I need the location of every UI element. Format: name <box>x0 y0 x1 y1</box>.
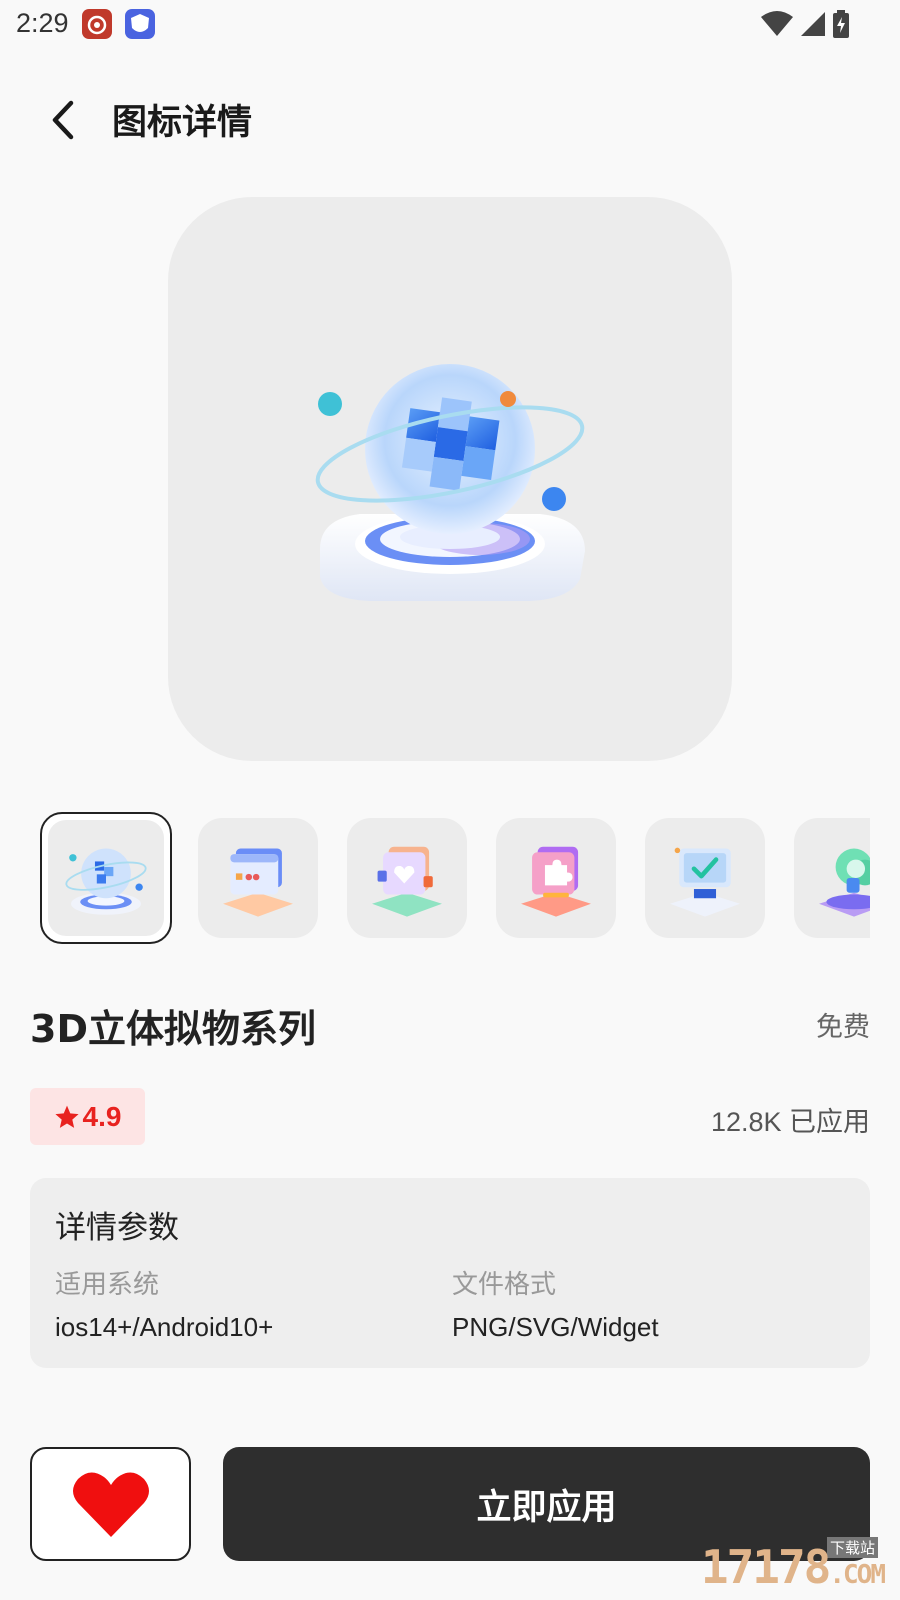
thumbnail-browser[interactable] <box>198 818 318 938</box>
battery-charging-icon <box>833 10 849 38</box>
rating-badge: 4.9 <box>30 1088 145 1145</box>
thumbnail-cloud[interactable] <box>794 818 870 938</box>
page-title: 图标详情 <box>112 103 253 143</box>
monitor-check-3d-icon <box>670 847 740 917</box>
system-status-icons <box>760 10 850 38</box>
thumbnail-wallet[interactable] <box>347 818 467 938</box>
browser-window-3d-icon <box>223 848 293 917</box>
details-title: 详情参数 <box>55 1210 179 1246</box>
cloud-3d-icon <box>819 848 870 917</box>
thumbnail-monitor[interactable] <box>645 818 765 938</box>
weibo-icon <box>82 9 112 39</box>
shield-app-icon <box>125 9 155 39</box>
status-time: 2:29 <box>16 8 69 38</box>
param-label-format: 文件格式 <box>452 1270 557 1300</box>
signal-icon <box>801 12 825 36</box>
glass-globe-3d-icon <box>315 364 585 601</box>
applied-count: 12.8K 已应用 <box>710 1107 870 1137</box>
rating-value: 4.9 <box>82 1100 122 1132</box>
favorite-button[interactable] <box>30 1447 191 1561</box>
param-label-system: 适用系统 <box>55 1270 160 1300</box>
status-bar: 2:29 <box>0 0 900 48</box>
glass-globe-3d-icon <box>65 848 147 915</box>
icon-preview <box>168 197 732 761</box>
watermark-number: 17178 <box>700 1540 831 1594</box>
price-label: 免费 <box>816 1012 870 1043</box>
back-button[interactable] <box>40 98 84 142</box>
chevron-left-icon <box>52 100 74 140</box>
star-icon <box>54 1105 79 1128</box>
wallet-heart-3d-icon <box>372 846 442 917</box>
details-card: 详情参数 适用系统 ios14+/Android10+ 文件格式 PNG/SVG… <box>30 1178 870 1368</box>
param-value-system: ios14+/Android10+ <box>55 1312 274 1342</box>
puzzle-3d-icon <box>521 846 591 917</box>
thumbnail-puzzle[interactable] <box>496 818 616 938</box>
heart-icon <box>72 1472 149 1537</box>
wifi-icon <box>761 11 793 36</box>
thumbnail-strip[interactable] <box>40 812 870 944</box>
thumbnail-globe[interactable] <box>40 812 172 944</box>
param-value-format: PNG/SVG/Widget <box>452 1312 659 1342</box>
header: 图标详情 <box>0 80 900 156</box>
watermark-text: 17178.COM <box>700 1540 886 1594</box>
series-title: 3D立体拟物系列 <box>30 1007 316 1051</box>
watermark-suffix: .COM <box>829 1560 886 1590</box>
site-watermark: 下载站 17178.COM <box>660 1537 892 1598</box>
